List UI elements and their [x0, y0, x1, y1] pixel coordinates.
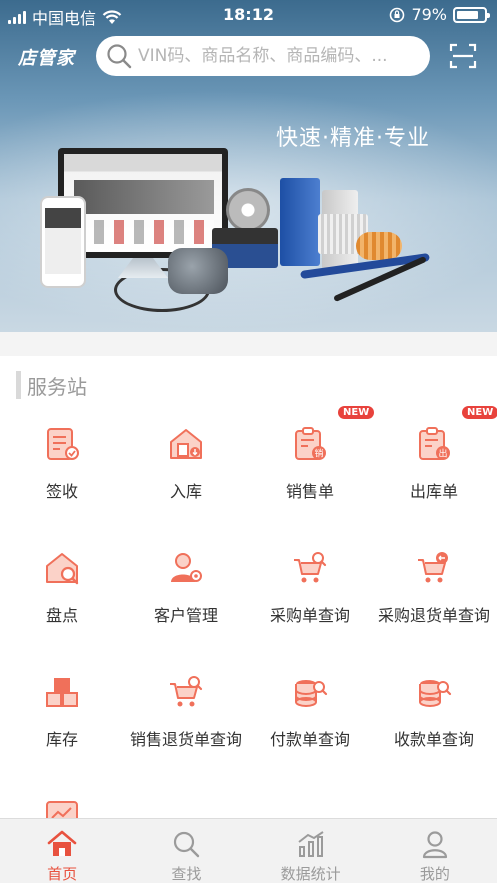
- tab-home[interactable]: 首页: [0, 819, 124, 883]
- purchase-return-query-icon: [418, 552, 448, 583]
- status-right: 79%: [389, 5, 490, 24]
- battery-level: [457, 10, 478, 19]
- battery-icon: [453, 6, 490, 23]
- service-item-label: 采购单查询: [269, 606, 350, 625]
- service-item-label: 销售退货单查询: [129, 730, 242, 749]
- stocktake-icon: [46, 553, 79, 585]
- top-bar: 店管家: [0, 36, 497, 76]
- tab-statistics[interactable]: 数据统计: [249, 819, 373, 883]
- service-item-label: 库存: [45, 730, 78, 749]
- service-item-label: 销售单: [285, 482, 334, 501]
- scan-icon[interactable]: [449, 42, 477, 70]
- statistics-icon: [298, 831, 324, 857]
- search-input[interactable]: [138, 46, 418, 66]
- purchase-query-icon: [294, 552, 327, 583]
- brake-disc-part: [226, 188, 270, 232]
- customer-management-icon: [171, 553, 202, 582]
- sales-return-query-icon: [170, 676, 203, 707]
- oil-filter-part: [356, 232, 402, 260]
- service-item-purchase-query[interactable]: 采购单查询: [248, 530, 372, 654]
- section-marker: [16, 371, 21, 399]
- service-item-sales-order[interactable]: NEW 销 销售单: [248, 406, 375, 530]
- service-item-inventory[interactable]: 库存: [0, 654, 124, 778]
- service-item-label: 签收: [45, 482, 78, 501]
- payment-query-icon: [295, 680, 328, 707]
- home-icon: [47, 830, 77, 856]
- tab-search[interactable]: 查找: [124, 819, 248, 883]
- service-item-stocktake[interactable]: 盘点: [0, 530, 124, 654]
- header-banner: 中国电信 18:12 79% 店管家 VIN码、商品名称、商品编码、... 快速…: [0, 0, 497, 332]
- service-item-label: 客户管理: [153, 606, 218, 625]
- service-item-label: 付款单查询: [269, 730, 350, 749]
- service-item-label: 出库单: [409, 482, 458, 501]
- app-logo: 店管家: [18, 48, 75, 69]
- service-item-label: 收款单查询: [393, 730, 474, 749]
- orientation-lock-icon: [390, 7, 405, 22]
- svg-text:销: 销: [314, 448, 323, 460]
- service-item-customer[interactable]: 客户管理: [124, 530, 248, 654]
- profile-icon: [422, 831, 447, 859]
- sales-order-icon: 销: [295, 427, 326, 460]
- phone-image: [40, 196, 86, 288]
- inventory-icon: [46, 678, 78, 707]
- bottom-tab-bar: 首页 查找 数据统计 我的: [0, 818, 497, 883]
- battery-percent: 79%: [411, 5, 447, 24]
- search-icon: [174, 831, 200, 858]
- tab-label: 首页: [47, 865, 78, 883]
- sign-receipt-icon: [47, 428, 79, 460]
- tab-label: 查找: [171, 865, 202, 883]
- service-item-label: 采购退货单查询: [377, 606, 490, 625]
- section-title: 服务站: [27, 374, 87, 399]
- svg-text:出: 出: [438, 448, 447, 460]
- tab-label: 我的: [419, 865, 450, 883]
- service-item-report[interactable]: [0, 778, 124, 818]
- search-box[interactable]: [96, 36, 430, 76]
- tab-profile[interactable]: 我的: [373, 819, 497, 883]
- search-icon: [107, 44, 132, 69]
- new-badge: NEW: [338, 406, 375, 419]
- service-item-stock-in[interactable]: 入库: [124, 406, 248, 530]
- pump-part: [168, 248, 228, 294]
- service-item-payment-query[interactable]: 付款单查询: [248, 654, 372, 778]
- service-item-sign[interactable]: 签收: [0, 406, 124, 530]
- section-header: 服务站: [16, 370, 87, 400]
- blue-box-part: [280, 178, 320, 266]
- warehouse-in-icon: [170, 429, 202, 459]
- service-item-label: 入库: [169, 482, 202, 501]
- status-bar: 中国电信 18:12 79%: [0, 0, 497, 30]
- service-item-purchase-return-query[interactable]: 采购退货单查询: [372, 530, 496, 654]
- report-icon: [46, 801, 78, 818]
- tab-label: 数据统计: [280, 865, 341, 883]
- service-item-outbound[interactable]: NEW 出 出库单: [372, 406, 497, 530]
- receipt-query-icon: [419, 680, 452, 707]
- outbound-order-icon: 出: [419, 427, 450, 460]
- service-item-sales-return-query[interactable]: 销售退货单查询: [124, 654, 248, 778]
- service-panel: 服务站 签收 入库 NEW 销 销售单 NEW 出 出库单 盘点 客户管理 采购…: [0, 356, 497, 818]
- new-badge: NEW: [462, 406, 497, 419]
- service-item-receipt-query[interactable]: 收款单查询: [372, 654, 496, 778]
- service-item-label: 盘点: [45, 606, 78, 625]
- monitor-stand: [118, 258, 168, 278]
- banner-slogan: 快速·精准·专业: [276, 126, 430, 151]
